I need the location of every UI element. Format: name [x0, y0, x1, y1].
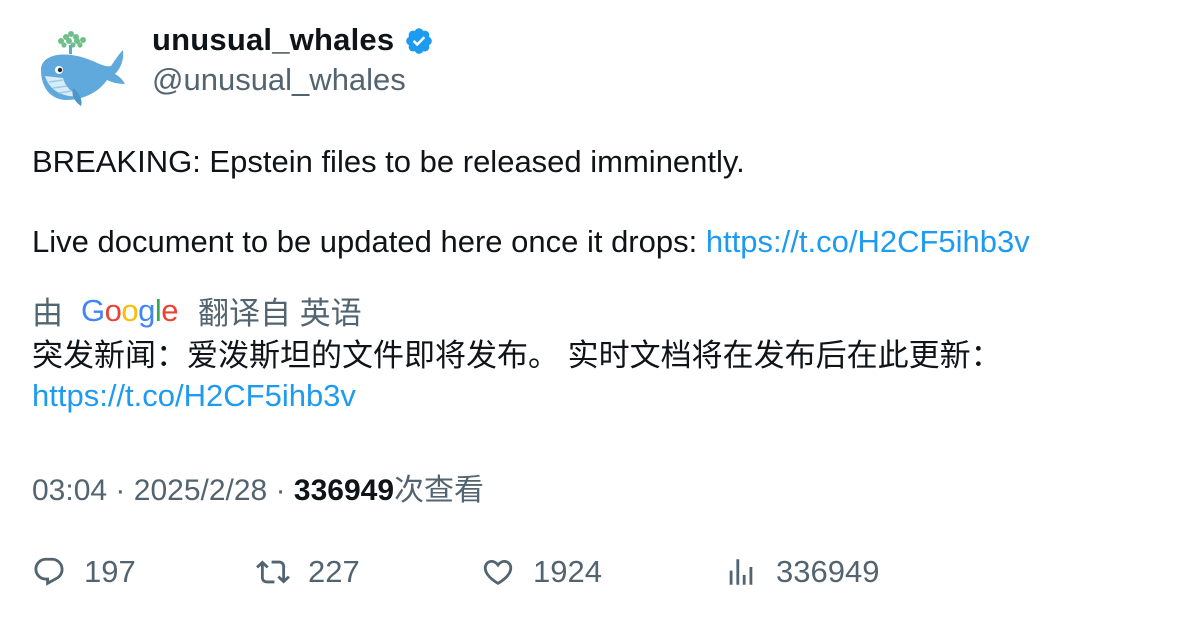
like-button[interactable]: 1924: [481, 550, 602, 594]
views-button[interactable]: 336949: [724, 550, 879, 594]
meta-separator: ·: [115, 474, 126, 507]
translated-text: 突发新闻：爱泼斯坦的文件即将发布。 实时文档将在发布后在此更新： https:/…: [32, 336, 1002, 416]
retweet-button[interactable]: 227: [256, 550, 360, 594]
tweet-date[interactable]: 2025/2/28: [134, 474, 267, 507]
tweet-time[interactable]: 03:04: [32, 474, 107, 507]
translated-line-1: 突发新闻：爱泼斯坦的文件即将发布。 实时文档将在发布后在此更新：: [32, 338, 1002, 373]
views-label: 次查看: [394, 474, 485, 507]
tweet-line-1: BREAKING: Epstein files to be released i…: [32, 144, 745, 179]
verified-badge-icon: [406, 28, 433, 54]
translation-attribution: 由 Google 翻译自 英语: [32, 288, 362, 333]
translation-prefix: 由: [32, 296, 63, 331]
avatar[interactable]: [33, 26, 127, 110]
like-count: 1924: [533, 554, 602, 589]
translation-suffix[interactable]: 翻译自 英语: [198, 288, 362, 333]
views-action-count: 336949: [776, 554, 880, 589]
author-name-row: unusual_whales: [152, 22, 434, 58]
action-bar: 197 227 1924 336949: [32, 550, 1162, 594]
tweet-text: BREAKING: Epstein files to be released i…: [32, 142, 1030, 262]
google-logo: Google: [81, 292, 179, 328]
meta-separator: ·: [275, 474, 286, 507]
reply-button[interactable]: 197: [32, 550, 136, 594]
tweet-link[interactable]: https://t.co/H2CF5ihb3v: [706, 224, 1030, 259]
reply-icon: [34, 557, 64, 586]
whale-avatar-icon: [41, 31, 125, 106]
retweet-icon: [256, 560, 290, 584]
analytics-icon: [729, 559, 753, 585]
views-count: 336949: [293, 474, 395, 507]
tweet-meta: 03:04 · 2025/2/28 · 336949次查看: [32, 465, 484, 509]
reply-count: 197: [84, 554, 136, 589]
tweet-line-2: Live document to be updated here once it…: [32, 222, 1030, 262]
tweet-line-2-text: Live document to be updated here once it…: [32, 224, 706, 259]
translated-link[interactable]: https://t.co/H2CF5ihb3v: [32, 376, 1002, 416]
heart-icon: [483, 559, 513, 585]
author-display-name[interactable]: unusual_whales: [152, 22, 394, 58]
author-handle[interactable]: @unusual_whales: [152, 62, 406, 98]
retweet-count: 227: [308, 554, 360, 589]
